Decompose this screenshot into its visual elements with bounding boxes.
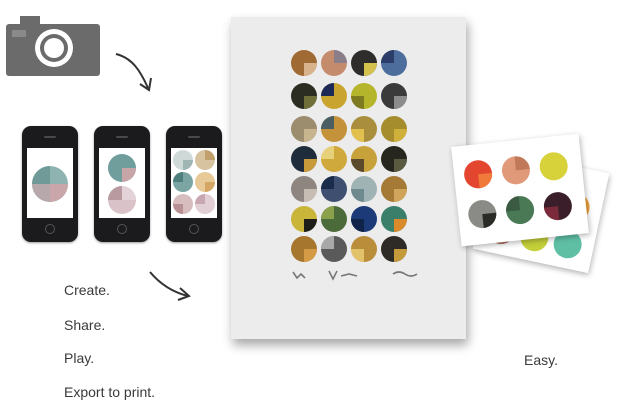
step-export: Export to print. xyxy=(64,384,156,400)
poster-circles xyxy=(291,50,418,281)
step-play: Play. xyxy=(64,350,95,366)
phone-1 xyxy=(22,126,78,242)
camera-icon xyxy=(6,16,100,76)
phone-2 xyxy=(94,126,150,242)
step-create: Create. xyxy=(64,282,110,298)
easy-label: Easy. xyxy=(524,352,558,368)
print-card-front xyxy=(451,133,589,247)
arrow-right-icon xyxy=(146,268,194,304)
arrow-down-right-icon xyxy=(112,50,156,96)
poster xyxy=(231,17,466,339)
step-share: Share. xyxy=(64,317,106,333)
phone-3 xyxy=(166,126,222,242)
